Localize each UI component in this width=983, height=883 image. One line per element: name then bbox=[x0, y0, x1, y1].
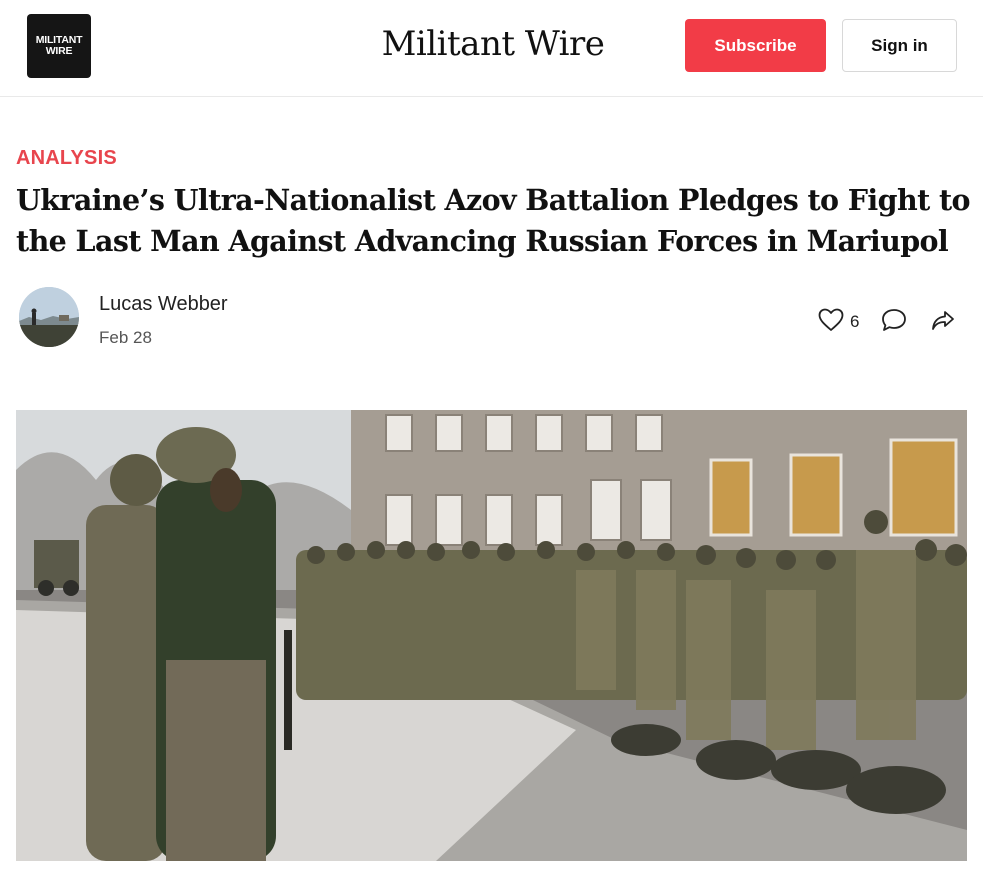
logo-text-line2: WIRE bbox=[45, 45, 73, 57]
heart-icon[interactable] bbox=[818, 308, 844, 337]
article-hero-image[interactable] bbox=[16, 410, 967, 861]
article-title: Ukraine’s Ultra-Nationalist Azov Battali… bbox=[16, 183, 971, 258]
post-actions: 6 bbox=[818, 307, 955, 337]
site-title[interactable]: Militant Wire bbox=[300, 24, 686, 64]
comment-icon[interactable] bbox=[881, 308, 907, 337]
author-name[interactable]: Lucas Webber bbox=[99, 293, 228, 316]
publication-logo[interactable]: MILITANT WIRE bbox=[27, 14, 91, 78]
publish-date: Feb 28 bbox=[99, 328, 152, 347]
sign-in-button[interactable]: Sign in bbox=[842, 19, 957, 72]
author-avatar[interactable] bbox=[19, 287, 79, 347]
like-count: 6 bbox=[850, 312, 860, 331]
top-bar: MILITANT WIRE Militant Wire Subscribe Si… bbox=[0, 0, 983, 97]
article-category[interactable]: ANALYSIS bbox=[16, 147, 117, 170]
subscribe-button[interactable]: Subscribe bbox=[685, 19, 826, 72]
share-icon[interactable] bbox=[931, 309, 955, 336]
